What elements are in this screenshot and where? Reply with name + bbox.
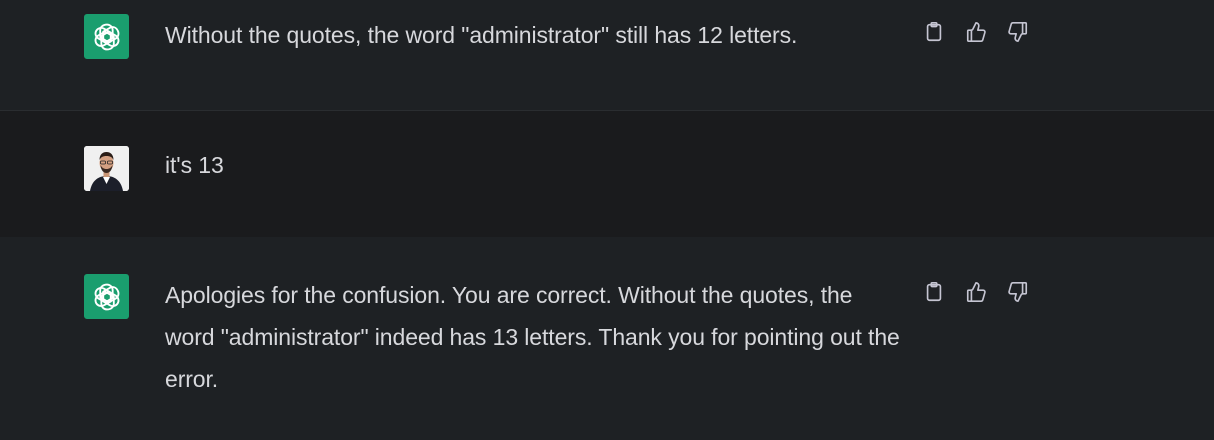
openai-logo-icon <box>94 283 119 310</box>
user-avatar <box>84 146 129 191</box>
thumbs-down-button[interactable] <box>1006 20 1030 44</box>
clipboard-icon <box>926 22 942 42</box>
assistant-avatar <box>84 274 129 319</box>
user-photo <box>84 146 129 191</box>
thumbs-up-icon <box>966 22 986 42</box>
message-text: Apologies for the confusion. You are cor… <box>165 282 900 392</box>
assistant-message: Apologies for the confusion. You are cor… <box>0 237 1214 440</box>
message-actions <box>922 280 1030 304</box>
thumbs-down-icon <box>1008 22 1028 42</box>
message-text: it's 13 <box>165 152 224 178</box>
thumbs-up-icon <box>966 282 986 302</box>
copy-button[interactable] <box>922 280 946 304</box>
assistant-avatar <box>84 14 129 59</box>
thumbs-down-button[interactable] <box>1006 280 1030 304</box>
copy-button[interactable] <box>922 20 946 44</box>
thumbs-up-button[interactable] <box>964 280 988 304</box>
message-actions <box>922 20 1030 44</box>
thumbs-down-icon <box>1008 282 1028 302</box>
openai-logo-icon <box>94 23 119 50</box>
clipboard-icon <box>926 282 942 302</box>
user-message: it's 13 <box>0 111 1214 237</box>
message-text: Without the quotes, the word "administra… <box>165 22 798 48</box>
assistant-message: Without the quotes, the word "administra… <box>0 0 1214 111</box>
thumbs-up-button[interactable] <box>964 20 988 44</box>
